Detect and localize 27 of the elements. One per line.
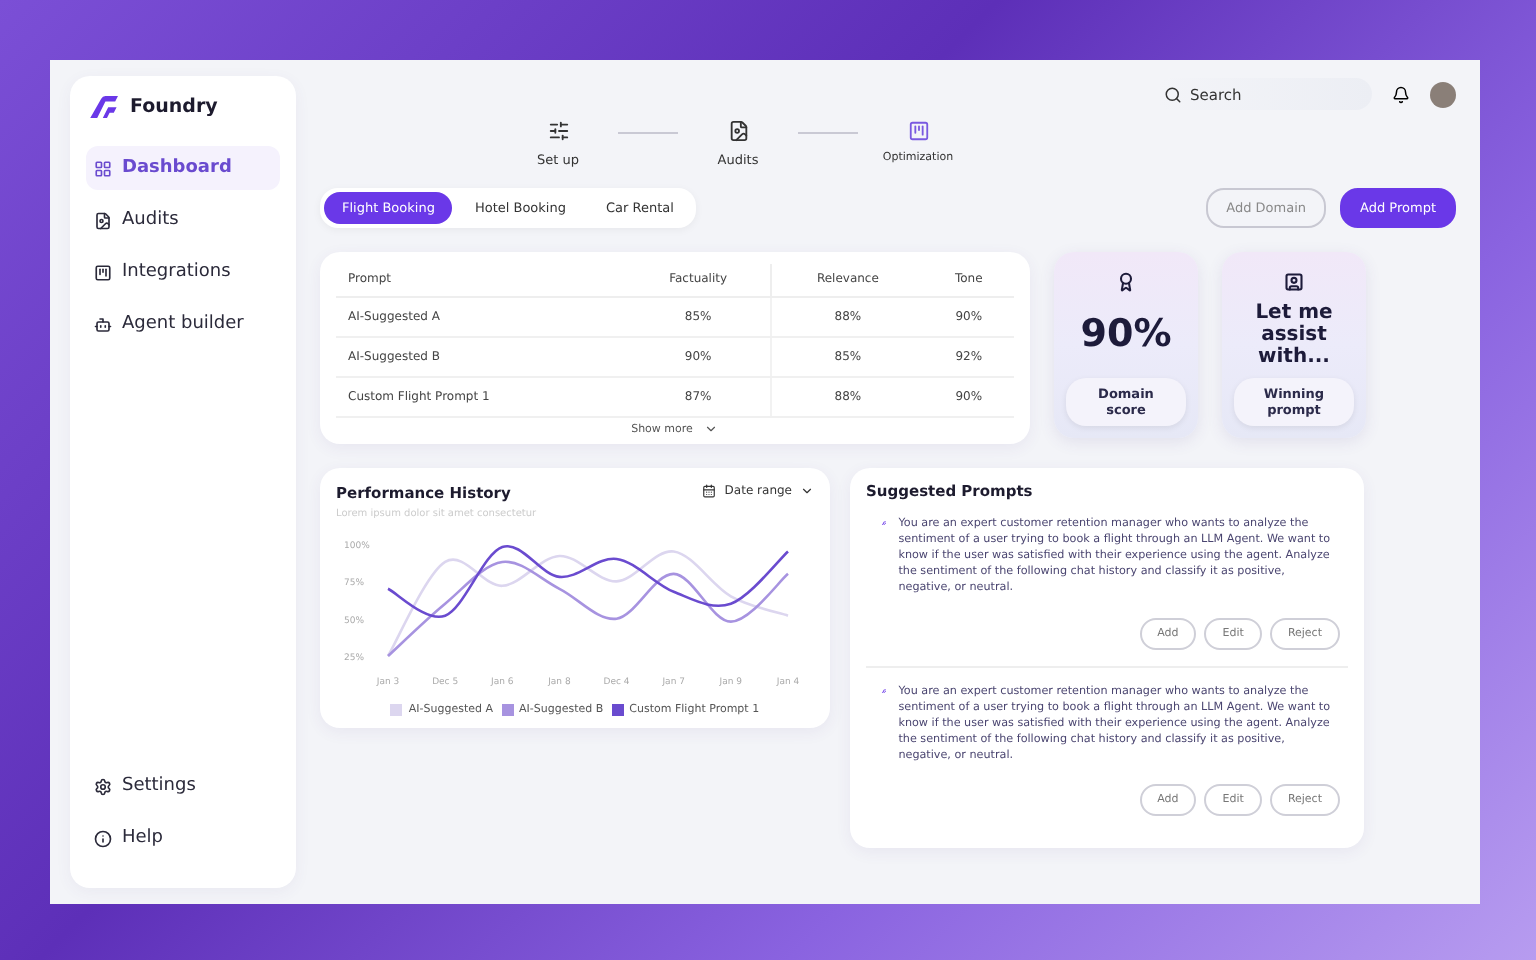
nav-item[interactable]: Help: [86, 816, 280, 860]
award-icon: [1116, 272, 1136, 292]
chevron-down-icon[interactable]: [704, 422, 719, 436]
nav-item[interactable]: Settings: [86, 764, 280, 808]
bell-icon[interactable]: [1392, 85, 1410, 103]
nav-item[interactable]: Dashboard: [86, 146, 280, 191]
image-file-icon[interactable]: [727, 120, 749, 142]
nav-item[interactable]: Integrations: [86, 250, 280, 295]
score-value: 90%: [1080, 310, 1172, 361]
info-icon: [94, 829, 112, 847]
kanban-icon[interactable]: [907, 120, 929, 142]
brand-name: Foundry: [130, 96, 218, 119]
user-square-icon: [1284, 272, 1304, 292]
sliders-icon[interactable]: [547, 120, 569, 142]
search-icon: [1164, 85, 1182, 103]
nav-item[interactable]: Audits: [86, 198, 280, 243]
grid-icon: [94, 159, 112, 178]
settings-icon: [94, 777, 112, 795]
avatar[interactable]: [1430, 81, 1456, 107]
score-value: Let me assist with...: [1253, 300, 1335, 372]
image-file-icon: [94, 211, 112, 230]
logo-icon: [90, 96, 118, 119]
kanban-icon: [94, 263, 112, 282]
calendar-icon: [702, 484, 717, 498]
chevron-down-icon: [800, 484, 814, 498]
robot-icon: [94, 315, 112, 334]
nav-item[interactable]: Agent builder: [86, 302, 280, 347]
